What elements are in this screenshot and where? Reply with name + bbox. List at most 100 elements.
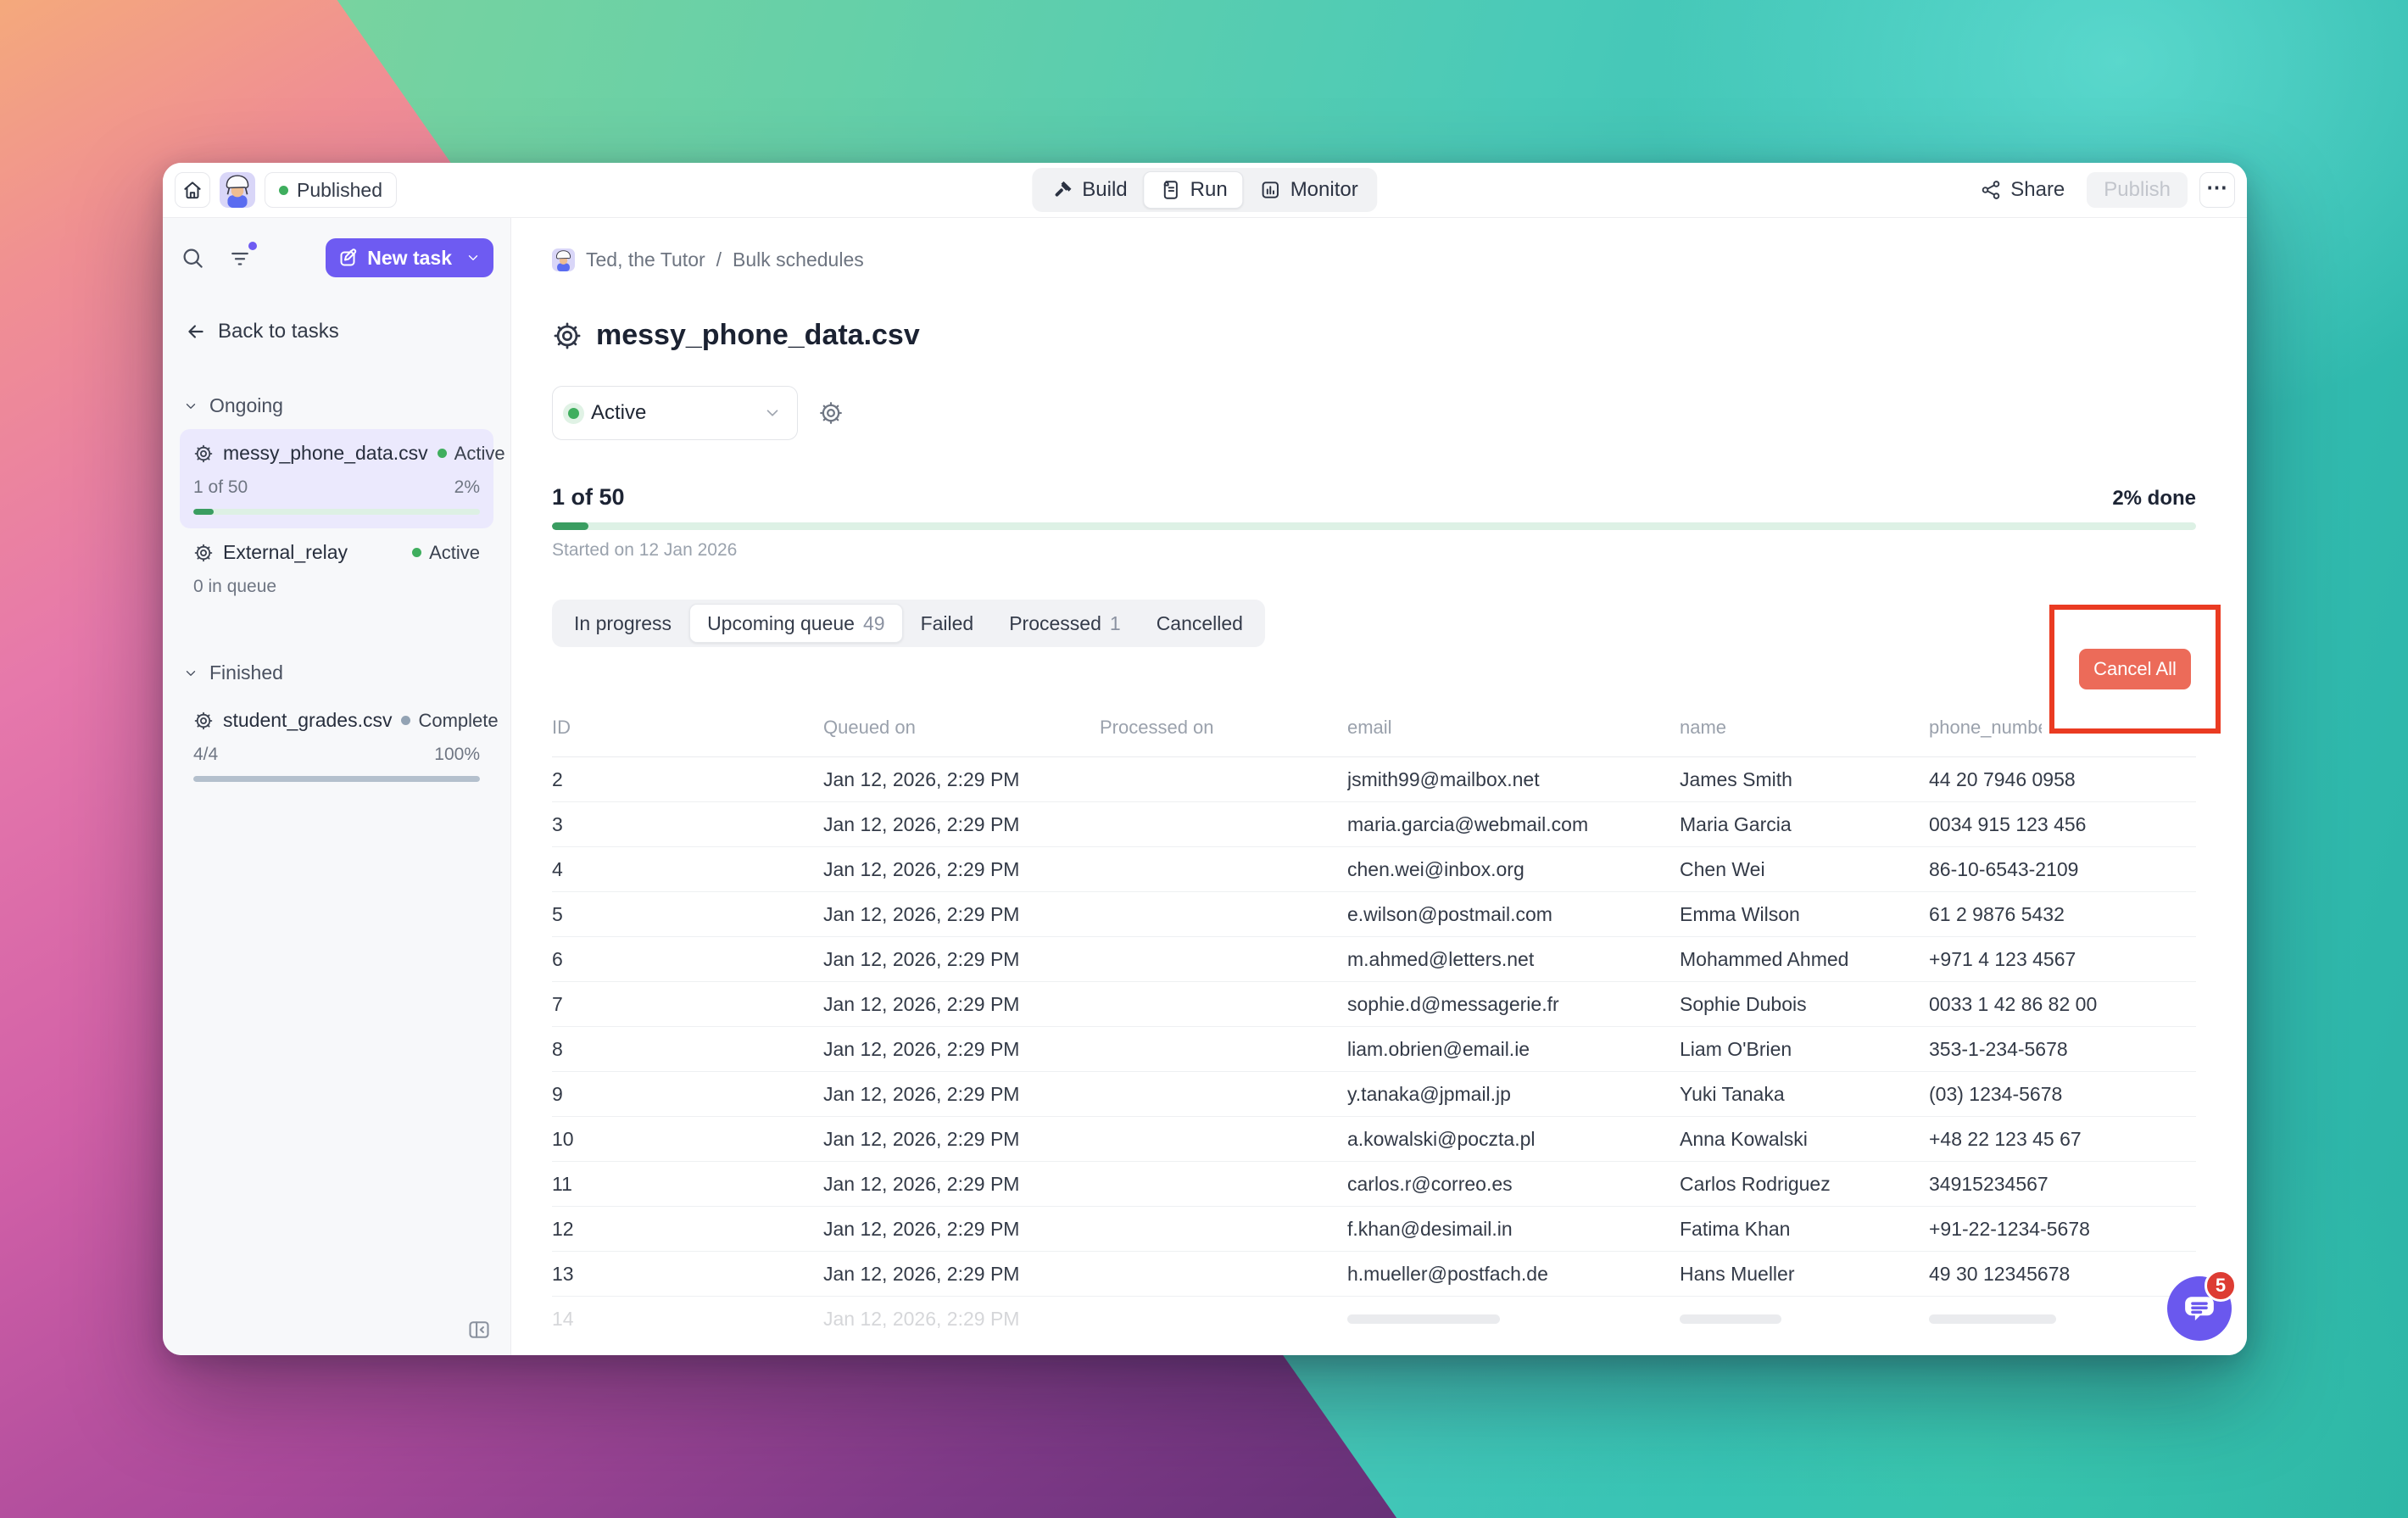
table-row[interactable]: 6 Jan 12, 2026, 2:29 PM m.ahmed@letters.… (552, 937, 2196, 982)
search-icon[interactable] (180, 245, 205, 271)
cell-name: Mohammed Ahmed (1680, 948, 1929, 971)
tab-monitor[interactable]: Monitor (1244, 171, 1374, 209)
queue-table: ID Queued on Processed on email name pho… (552, 717, 2196, 1342)
section-ongoing-header[interactable]: Ongoing (183, 394, 493, 417)
progress-done-label: 2% done (2112, 487, 2196, 511)
cell-name: Hans Mueller (1680, 1263, 1929, 1286)
topbar-nav: Build Run Monitor (1032, 168, 1377, 212)
task-row: messy_phone_data.csv Active (193, 442, 480, 465)
back-to-tasks[interactable]: Back to tasks (185, 320, 493, 343)
active-status-dot (568, 408, 579, 419)
table-row[interactable]: 10 Jan 12, 2026, 2:29 PM a.kowalski@pocz… (552, 1117, 2196, 1162)
topbar-left: Published (175, 172, 397, 208)
share-button[interactable]: Share (1970, 172, 2075, 208)
cell-phone-number: 49 30 12345678 (1929, 1263, 2195, 1286)
table-row[interactable]: 12 Jan 12, 2026, 2:29 PM f.khan@desimail… (552, 1207, 2196, 1252)
table-row[interactable]: 13 Jan 12, 2026, 2:29 PM h.mueller@postf… (552, 1252, 2196, 1297)
cell-phone-number: +971 4 123 4567 (1929, 948, 2195, 971)
tab-run[interactable]: Run (1144, 171, 1244, 209)
agent-avatar[interactable] (220, 172, 255, 208)
tab-upcoming-queue[interactable]: Upcoming queue 49 (689, 604, 903, 643)
collapse-sidebar-button[interactable] (466, 1318, 492, 1342)
illegible-text-placeholder (1347, 1314, 1500, 1324)
table-row[interactable]: 5 Jan 12, 2026, 2:29 PM e.wilson@postmai… (552, 892, 2196, 937)
cell-id: 10 (552, 1128, 823, 1151)
breadcrumb: Ted, the Tutor / Bulk schedules (552, 248, 2196, 271)
task-row: External_relay Active (193, 541, 480, 564)
tab-in-progress[interactable]: In progress (556, 604, 689, 643)
gear-icon (552, 321, 582, 351)
published-badge: Published (265, 172, 397, 208)
new-task-button[interactable]: New task (326, 238, 493, 277)
tab-count: 49 (863, 612, 885, 635)
chat-fab-button[interactable]: 5 (2167, 1276, 2232, 1341)
cell-email (1347, 1314, 1680, 1324)
tab-build[interactable]: Build (1035, 171, 1143, 209)
home-icon (181, 179, 203, 201)
section-finished-header[interactable]: Finished (183, 661, 493, 684)
table-row[interactable]: 8 Jan 12, 2026, 2:29 PM liam.obrien@emai… (552, 1027, 2196, 1072)
cell-email: chen.wei@inbox.org (1347, 858, 1680, 881)
cell-phone-number: 44 20 7946 0958 (1929, 768, 2195, 791)
cancel-all-button[interactable]: Cancel All (2079, 649, 2191, 689)
compose-icon (338, 248, 359, 268)
table-row[interactable]: 11 Jan 12, 2026, 2:29 PM carlos.r@correo… (552, 1162, 2196, 1207)
cell-queued-on: Jan 12, 2026, 2:29 PM (823, 1263, 1100, 1286)
status-select[interactable]: Active (552, 386, 798, 440)
cell-name (1680, 1314, 1929, 1324)
cell-queued-on: Jan 12, 2026, 2:29 PM (823, 1128, 1100, 1151)
table-row[interactable]: 4 Jan 12, 2026, 2:29 PM chen.wei@inbox.o… (552, 847, 2196, 892)
tab-label: Processed (1009, 612, 1101, 635)
task-count: 4/4 (193, 745, 218, 765)
cell-id: 9 (552, 1083, 823, 1106)
table-header: ID Queued on Processed on email name pho… (552, 717, 2196, 757)
cell-queued-on: Jan 12, 2026, 2:29 PM (823, 1308, 1100, 1331)
task-count: 1 of 50 (193, 477, 248, 498)
task-progress-fill (193, 776, 480, 782)
tab-count: 1 (1110, 612, 1121, 635)
task-percent: 100% (434, 745, 480, 765)
topbar: Published Build Run (163, 163, 2247, 218)
illegible-text-placeholder (1680, 1314, 1781, 1324)
hammer-icon (1051, 179, 1073, 201)
chevron-down-icon (763, 404, 782, 422)
publish-label: Publish (2104, 178, 2171, 202)
table-row[interactable]: 9 Jan 12, 2026, 2:29 PM y.tanaka@jpmail.… (552, 1072, 2196, 1117)
tab-failed[interactable]: Failed (903, 604, 992, 643)
cell-phone-number: 34915234567 (1929, 1173, 2195, 1196)
tab-build-label: Build (1082, 178, 1127, 202)
cell-name: Emma Wilson (1680, 903, 1929, 926)
illegible-text-placeholder (1929, 1314, 2056, 1324)
table-row[interactable]: 2 Jan 12, 2026, 2:29 PM jsmith99@mailbox… (552, 757, 2196, 802)
more-menu-button[interactable]: ⋯ (2199, 172, 2235, 208)
cell-email: a.kowalski@poczta.pl (1347, 1128, 1680, 1151)
cell-id: 8 (552, 1038, 823, 1061)
task-sub-row: 0 in queue (193, 577, 480, 597)
tab-processed[interactable]: Processed 1 (991, 604, 1138, 643)
sidebar-item-messy-phone-data[interactable]: messy_phone_data.csv Active 1 of 50 2% (180, 429, 493, 528)
table-row[interactable]: 14 Jan 12, 2026, 2:29 PM (552, 1297, 2196, 1342)
sidebar-item-student-grades[interactable]: student_grades.csv Complete 4/4 100% (180, 696, 493, 795)
status-label: Complete (418, 710, 498, 732)
table-row[interactable]: 7 Jan 12, 2026, 2:29 PM sophie.d@message… (552, 982, 2196, 1027)
cell-email: f.khan@desimail.in (1347, 1218, 1680, 1241)
publish-button[interactable]: Publish (2087, 172, 2188, 208)
schedule-settings-button[interactable] (818, 400, 844, 426)
breadcrumb-agent[interactable]: Ted, the Tutor (586, 248, 705, 271)
arrow-left-icon (185, 321, 207, 343)
table-row[interactable]: 3 Jan 12, 2026, 2:29 PM maria.garcia@web… (552, 802, 2196, 847)
cell-name: Liam O'Brien (1680, 1038, 1929, 1061)
tab-label: Upcoming queue (707, 612, 855, 635)
tab-cancelled[interactable]: Cancelled (1139, 604, 1261, 643)
cell-queued-on: Jan 12, 2026, 2:29 PM (823, 1218, 1100, 1241)
cell-email: maria.garcia@webmail.com (1347, 813, 1680, 836)
cell-phone-number: +48 22 123 45 67 (1929, 1128, 2195, 1151)
sidebar-item-external-relay[interactable]: External_relay Active 0 in queue (180, 528, 493, 611)
home-button[interactable] (175, 172, 210, 208)
cell-id: 2 (552, 768, 823, 791)
chevron-down-icon (183, 666, 198, 681)
ellipsis-icon: ⋯ (2206, 175, 2228, 200)
cell-queued-on: Jan 12, 2026, 2:29 PM (823, 813, 1100, 836)
filter-icon[interactable] (227, 245, 253, 271)
cell-name: Yuki Tanaka (1680, 1083, 1929, 1106)
